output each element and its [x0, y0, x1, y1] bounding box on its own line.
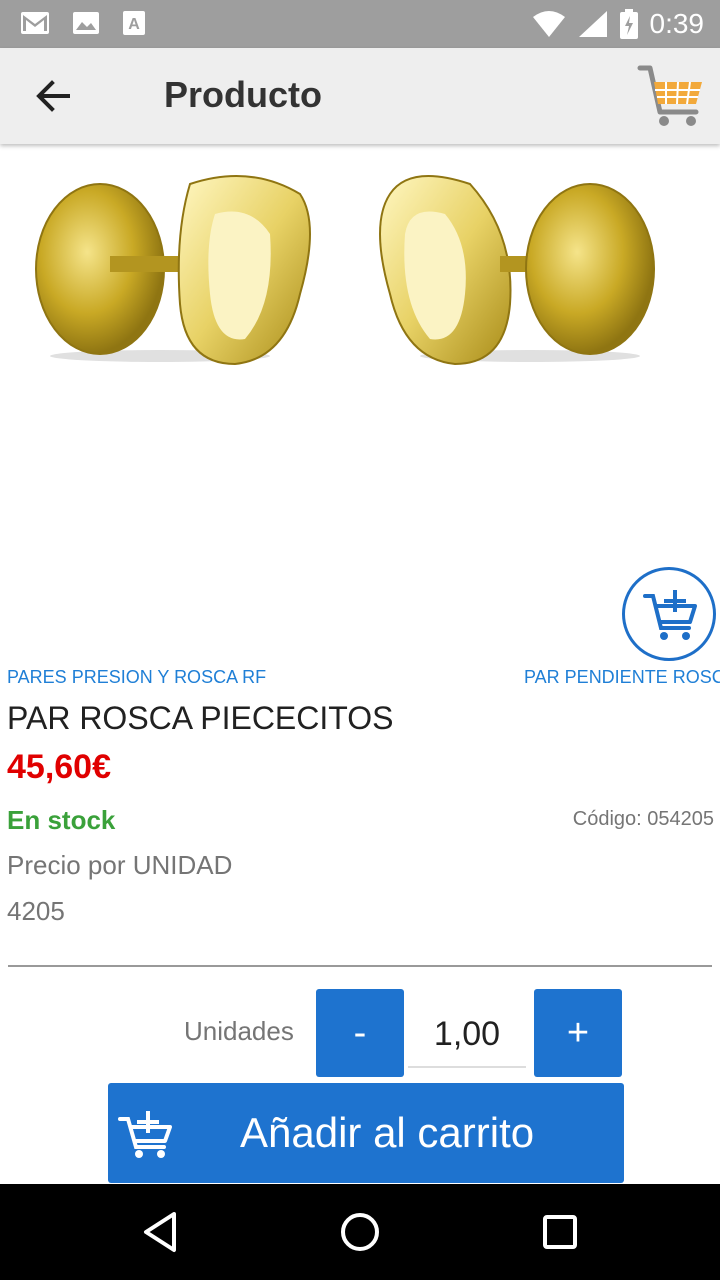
- triangle-back-icon: [144, 1212, 176, 1252]
- quantity-input[interactable]: 1,00: [408, 1008, 526, 1068]
- font-icon: A: [123, 11, 145, 35]
- subfamily-link[interactable]: PAR PENDIENTE ROSC: [524, 667, 720, 688]
- nav-recents-button[interactable]: [536, 1208, 584, 1256]
- circle-home-icon: [341, 1213, 379, 1251]
- page-title: Producto: [164, 74, 322, 115]
- app-bar: Producto: [0, 48, 720, 144]
- family-link[interactable]: PARES PRESION Y ROSCA RF: [7, 667, 266, 688]
- increase-quantity-button[interactable]: +: [534, 989, 622, 1077]
- quick-add-cart-button[interactable]: [622, 567, 716, 661]
- decrease-quantity-button[interactable]: -: [316, 989, 404, 1077]
- divider: [8, 965, 712, 967]
- product-code: Código: 054205: [572, 808, 714, 830]
- image-icon: [73, 12, 99, 34]
- add-to-cart-button[interactable]: Añadir al carrito: [108, 1083, 624, 1183]
- battery-icon: [619, 9, 638, 39]
- add-to-cart-label: Añadir al carrito: [240, 1109, 535, 1156]
- back-button[interactable]: [28, 70, 84, 122]
- unit-price-label: Precio por UNIDAD: [7, 850, 233, 880]
- cart-button[interactable]: [636, 60, 708, 132]
- wifi-icon: [532, 11, 565, 37]
- status-bar: A 0:39: [0, 0, 720, 48]
- cart-plus-icon: [643, 590, 697, 640]
- stock-status: En stock: [7, 805, 116, 835]
- product-name: PAR ROSCA PIECECITOS: [7, 700, 394, 736]
- svg-text:A: A: [128, 16, 140, 33]
- status-time: 0:39: [649, 8, 705, 39]
- nav-home-button[interactable]: [336, 1208, 384, 1256]
- product-price: 45,60€: [7, 748, 111, 786]
- nav-back-button[interactable]: [136, 1208, 184, 1256]
- product-reference: 4205: [7, 896, 65, 926]
- signal-icon: [578, 11, 607, 37]
- cart-plus-icon: [118, 1111, 172, 1158]
- shopping-cart-icon: [637, 65, 702, 126]
- navigation-bar: [0, 1184, 720, 1280]
- square-recents-icon: [543, 1215, 577, 1249]
- arrow-left-icon: [36, 80, 70, 112]
- gmail-icon: [21, 12, 49, 34]
- product-image: [0, 144, 720, 394]
- quantity-label: Unidades: [184, 1016, 294, 1046]
